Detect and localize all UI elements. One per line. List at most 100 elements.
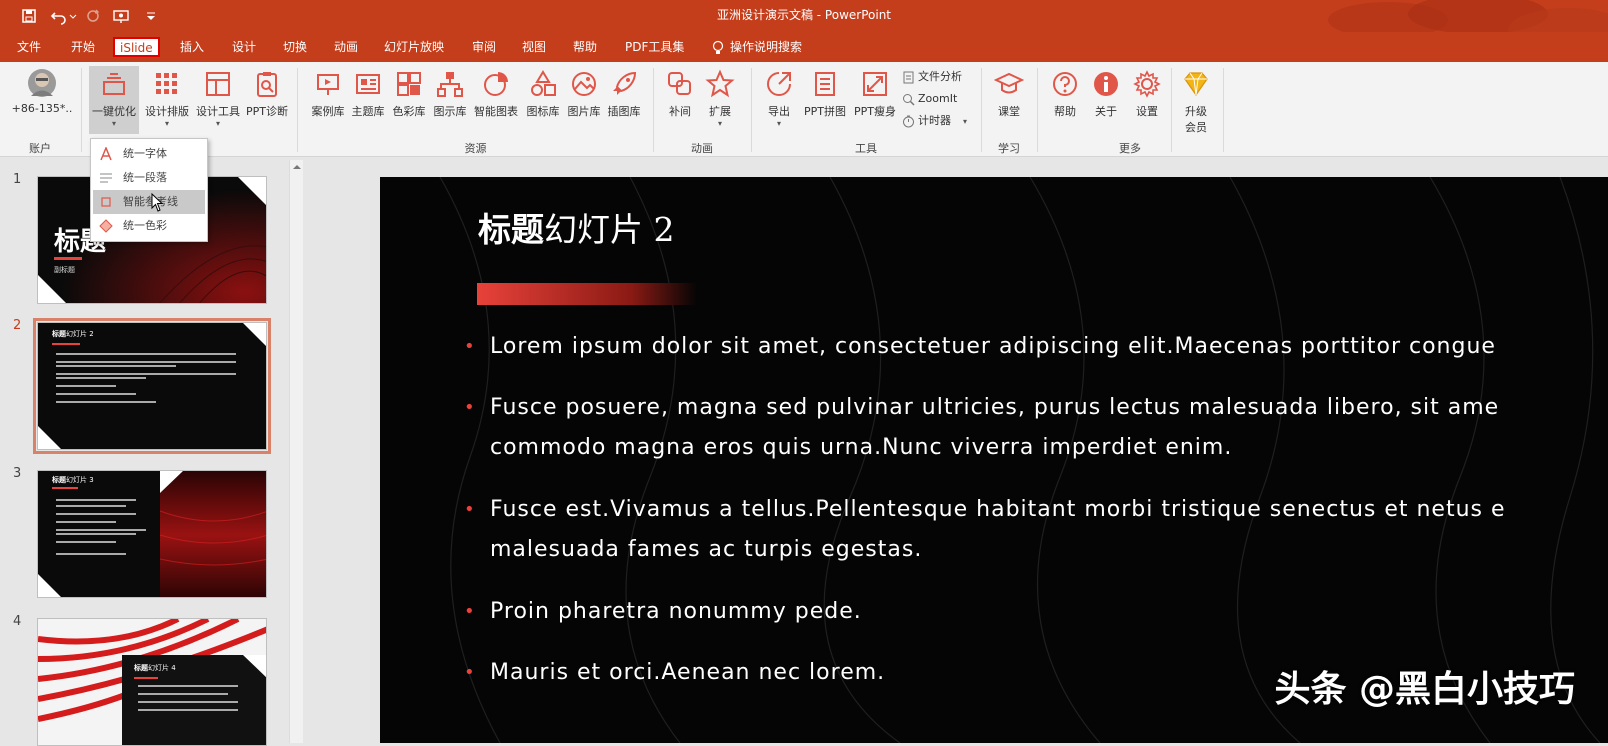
font-icon xyxy=(100,147,112,161)
tab-help[interactable]: 帮助 xyxy=(573,32,597,62)
tab-view[interactable]: 视图 xyxy=(522,32,546,62)
tab-slideshow[interactable]: 幻灯片放映 xyxy=(384,32,444,62)
icon-library-button[interactable]: 图标库 xyxy=(522,69,564,119)
gear-icon xyxy=(1132,69,1162,99)
mouse-cursor-icon xyxy=(151,193,165,213)
bullet-text: Fusce posuere, magna sed pulvinar ultric… xyxy=(490,395,1500,420)
bullet-dot-icon: • xyxy=(464,397,476,418)
menu-item-unify-paragraph[interactable]: 统一段落 xyxy=(93,166,205,190)
tell-me-search[interactable]: 操作说明搜索 xyxy=(712,32,802,62)
slide-number: 1 xyxy=(13,172,22,187)
grid-icon xyxy=(152,69,182,99)
design-layout-button[interactable]: 设计排版 ▾ xyxy=(141,69,193,129)
help-button[interactable]: 帮助 xyxy=(1047,69,1083,119)
button-label: 设置 xyxy=(1136,105,1158,118)
illustration-library-button[interactable]: 插图库 xyxy=(604,69,644,119)
slide-thumbnail-4[interactable]: 标题幻灯片 4 xyxy=(37,618,267,746)
button-label: 色彩库 xyxy=(392,105,426,118)
timer-button[interactable]: 计时器 ▾ xyxy=(902,111,967,131)
group-separator xyxy=(81,68,82,152)
tab-pdf-tools[interactable]: PDF工具集 xyxy=(625,32,684,62)
tween-button[interactable]: 补间 xyxy=(662,69,698,119)
slide-canvas[interactable]: 标题幻灯片 2 • Lorem ipsum dolor sit amet, con… xyxy=(380,177,1608,743)
button-label: ZoomIt xyxy=(918,92,958,105)
menu-item-smart-guides[interactable]: 智能参考线 xyxy=(93,190,205,214)
bullet-item: • Proin pharetra nonummy pede. xyxy=(464,592,862,632)
classroom-button[interactable]: 课堂 xyxy=(991,69,1027,119)
bullet-dot-icon: • xyxy=(464,336,476,357)
one-click-optimize-button[interactable]: 一键优化 ▾ xyxy=(89,66,139,134)
group-label-animation: 动画 xyxy=(691,142,713,155)
about-button[interactable]: 关于 xyxy=(1088,69,1124,119)
theme-icon xyxy=(353,69,383,99)
bullet-dot-icon: • xyxy=(464,662,476,683)
zoomit-button[interactable]: ZoomIt xyxy=(902,89,957,109)
bullet-text: Lorem ipsum dolor sit amet, consectetuer… xyxy=(490,334,1496,359)
slide-3-title: 标题幻灯片 3 xyxy=(52,475,94,485)
ppt-diagnosis-button[interactable]: PPT诊断 xyxy=(243,69,291,119)
smart-chart-button[interactable]: 智能图表 xyxy=(470,69,522,119)
one-click-optimize-menu: 统一字体 统一段落 智能参考线 统一色彩 xyxy=(90,138,208,242)
tab-home[interactable]: 开始 xyxy=(71,32,95,62)
button-label: 图片库 xyxy=(567,105,601,118)
menu-item-unify-color[interactable]: 统一色彩 xyxy=(93,214,205,238)
ppt-collage-button[interactable]: PPT拼图 xyxy=(802,69,848,119)
bullet-text: Mauris et orci.Aenean nec lorem. xyxy=(490,660,886,685)
upgrade-member-button[interactable]: 升级 会员 xyxy=(1176,69,1216,135)
tab-insert[interactable]: 插入 xyxy=(180,32,204,62)
lightbulb-icon xyxy=(712,40,724,56)
tab-file[interactable]: 文件 xyxy=(17,32,41,62)
tab-transitions[interactable]: 切换 xyxy=(283,32,307,62)
bullet-text: malesuada fames ac turpis egestas. xyxy=(490,537,923,562)
button-label: 图标库 xyxy=(526,105,560,118)
button-label: 案例库 xyxy=(311,105,345,118)
extend-button[interactable]: 扩展 ▾ xyxy=(702,69,738,129)
bullet-item: • Mauris et orci.Aenean nec lorem. xyxy=(464,653,886,693)
image-icon xyxy=(569,69,599,99)
slide-number: 2 xyxy=(13,318,22,333)
diagram-library-button[interactable]: 图示库 xyxy=(430,69,470,119)
chevron-down-icon: ▾ xyxy=(963,117,968,126)
image-library-button[interactable]: 图片库 xyxy=(564,69,604,119)
account-label: +86-135*.. xyxy=(11,102,73,115)
slide-thumbnail-pane: 1 标题 副标题 2 标题幻灯片 2 3 标题幻灯片 3 4 标题幻灯片 4 xyxy=(0,158,298,746)
settings-button[interactable]: 设置 xyxy=(1129,69,1165,119)
graduation-cap-icon xyxy=(994,69,1024,99)
compress-icon xyxy=(860,69,890,99)
button-label: PPT拼图 xyxy=(804,105,846,118)
group-label-account: 账户 xyxy=(29,142,51,155)
tween-icon xyxy=(665,69,695,99)
color-library-button[interactable]: 色彩库 xyxy=(389,69,429,119)
button-label: 关于 xyxy=(1095,105,1117,118)
export-button[interactable]: 导出 ▾ xyxy=(761,69,797,129)
shapes-icon xyxy=(528,69,558,99)
slide-4-title-bold: 标题 xyxy=(134,664,148,672)
scroll-up-icon[interactable] xyxy=(290,160,304,174)
ppt-slim-button[interactable]: PPT瘦身 xyxy=(852,69,898,119)
account-button[interactable]: +86-135*.. xyxy=(8,68,76,115)
collage-icon xyxy=(810,69,840,99)
slide-number: 3 xyxy=(13,466,22,481)
slide-title-bold: 标题 xyxy=(478,210,544,249)
button-label: PPT诊断 xyxy=(246,105,288,118)
ribbon: +86-135*.. 账户 一键优化 ▾ 设计排版 ▾ 设计工具 ▾ PPT诊断… xyxy=(0,62,1608,157)
slide-thumbnail-3[interactable]: 标题幻灯片 3 xyxy=(37,470,267,598)
title-accent-bar xyxy=(477,283,697,305)
menu-item-unify-font[interactable]: 统一字体 xyxy=(93,142,205,166)
thumbnail-scrollbar[interactable] xyxy=(289,160,303,743)
slide-2-background xyxy=(38,323,266,449)
design-tools-button[interactable]: 设计工具 ▾ xyxy=(193,69,243,129)
case-library-button[interactable]: 案例库 xyxy=(308,69,348,119)
slide-2-title-bold: 标题 xyxy=(52,330,66,338)
tab-review[interactable]: 审阅 xyxy=(472,32,496,62)
diamond-icon xyxy=(1181,69,1211,99)
theme-library-button[interactable]: 主题库 xyxy=(348,69,388,119)
slide-thumbnail-2[interactable]: 标题幻灯片 2 xyxy=(33,318,271,454)
file-analysis-button[interactable]: 文件分析 xyxy=(902,67,962,87)
tab-animations[interactable]: 动画 xyxy=(334,32,358,62)
tab-islide[interactable]: iSlide xyxy=(113,37,160,57)
chevron-down-icon: ▾ xyxy=(717,119,722,128)
slide-3-title-light: 幻灯片 3 xyxy=(66,476,94,484)
button-label: 导出 xyxy=(768,105,790,118)
tab-design[interactable]: 设计 xyxy=(232,32,256,62)
